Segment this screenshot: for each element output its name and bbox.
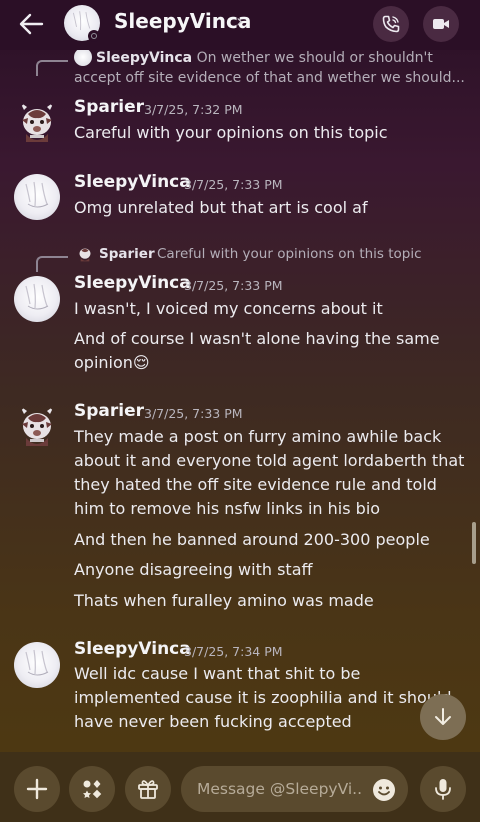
back-button[interactable] [14, 8, 50, 40]
message-author[interactable]: Sparier [74, 97, 144, 117]
message-timestamp: 3/7/25, 7:32 PM [144, 102, 243, 117]
message-text: Careful with your opinions on this topic [74, 123, 388, 142]
message-author[interactable]: SleepyVinca [74, 172, 191, 192]
reply-text[interactable]: Careful with your opinions on this topic [157, 246, 422, 262]
message-list[interactable]: SleepyVinca On wether we should or shoul… [0, 0, 480, 760]
voice-message-button[interactable] [420, 766, 466, 812]
emoji-icon [373, 779, 395, 801]
plus-icon [26, 778, 48, 800]
avatar-sleepyvinca[interactable] [14, 174, 60, 220]
gift-button[interactable] [125, 766, 171, 812]
avatar-sparier[interactable] [14, 100, 60, 146]
message-text: Anyone disagreeing with staff [74, 560, 313, 579]
message-text: And then he banned around 200-300 people [74, 530, 430, 549]
chat-header: SleepyVinca › [0, 0, 480, 50]
message-text: And of course I wasn't alone having the … [74, 329, 440, 372]
reply-author: SleepyVinca [96, 50, 193, 66]
video-call-button[interactable] [423, 6, 459, 42]
reply-author[interactable]: Sparier [99, 246, 155, 262]
message-author[interactable]: SleepyVinca [74, 273, 191, 293]
avatar-sleepyvinca[interactable] [14, 276, 60, 322]
apps-button[interactable] [69, 766, 115, 812]
scrollbar-thumb[interactable] [472, 522, 476, 564]
apps-icon [83, 780, 102, 799]
reply-connector [36, 60, 68, 76]
arrow-down-icon [435, 708, 451, 725]
jump-to-bottom-button[interactable] [420, 694, 466, 740]
voice-call-button[interactable] [373, 6, 409, 42]
attach-button[interactable] [14, 766, 60, 812]
status-indicator [88, 30, 100, 42]
message-text: Thats when furalley amino was made [74, 591, 374, 610]
message-timestamp: 3/7/25, 7:33 PM [184, 177, 283, 192]
message-text: I wasn't, I voiced my concerns about it [74, 299, 383, 318]
message-timestamp: 3/7/25, 7:33 PM [184, 278, 283, 293]
arrow-left-icon [19, 13, 44, 35]
message-text: Well idc cause I want that shit to be im… [74, 664, 452, 731]
avatar-sparier[interactable] [14, 404, 60, 450]
message-author[interactable]: Sparier [74, 401, 144, 421]
reply-avatar [76, 245, 94, 263]
header-title[interactable]: SleepyVinca [114, 9, 251, 33]
microphone-icon [435, 779, 451, 800]
reply-connector [36, 256, 68, 272]
phone-icon [382, 15, 400, 33]
message-text: They made a post on furry amino awhile b… [74, 427, 465, 518]
message-text: Omg unrelated but that art is cool af [74, 198, 368, 217]
message-timestamp: 3/7/25, 7:34 PM [184, 644, 283, 659]
message-composer [0, 752, 480, 822]
gift-icon [138, 780, 158, 799]
avatar-sleepyvinca[interactable] [14, 642, 60, 688]
video-camera-icon [433, 19, 449, 29]
message-author[interactable]: SleepyVinca [74, 639, 191, 659]
chevron-right-icon[interactable]: › [236, 11, 243, 32]
message-timestamp: 3/7/25, 7:33 PM [144, 406, 243, 421]
reply-preview[interactable]: SleepyVinca On wether we should or shoul… [74, 48, 470, 88]
emoji-button[interactable] [372, 778, 396, 802]
